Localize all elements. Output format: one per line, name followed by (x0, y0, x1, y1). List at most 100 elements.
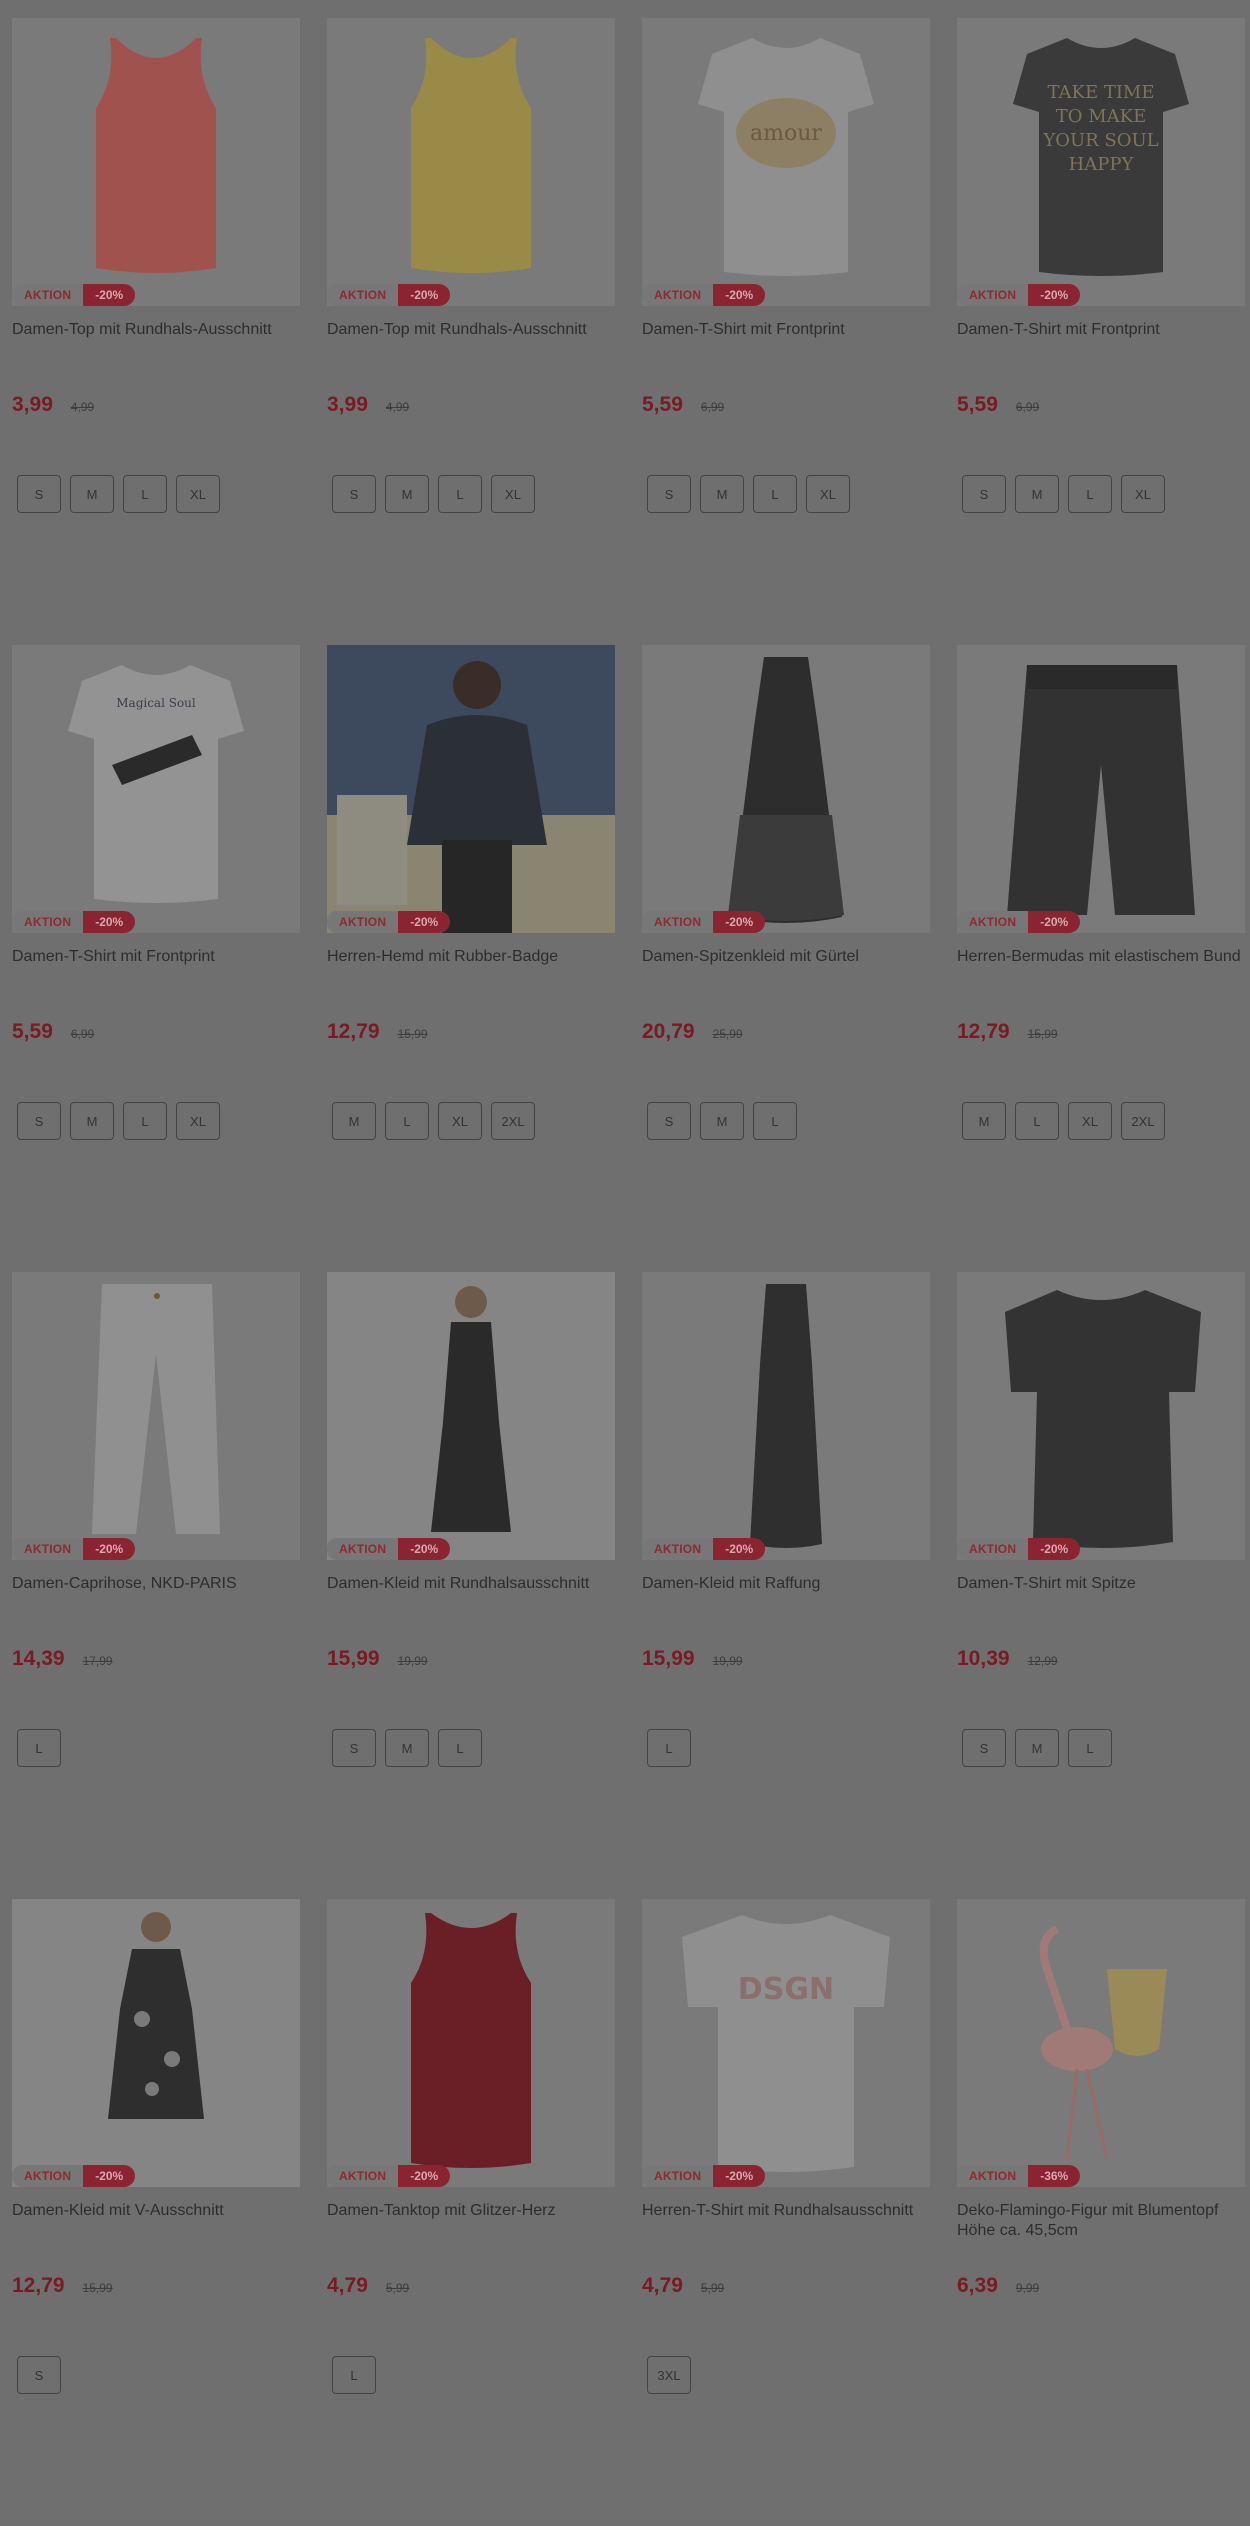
product-card[interactable]: AKTION -20% Damen-Spitzenkleid mit Gürtel 2… (642, 645, 930, 1272)
size-button[interactable]: L (123, 1102, 167, 1140)
old-price: 5,99 (385, 2281, 410, 2295)
product-image[interactable]: AKTION -36% (957, 1899, 1245, 2187)
size-button[interactable]: M (385, 475, 429, 513)
product-card[interactable]: amour AKTION -20% Damen-T-Shirt mit Frontpr… (642, 18, 930, 645)
size-button[interactable]: XL (176, 475, 220, 513)
size-button[interactable]: M (1015, 475, 1059, 513)
product-image[interactable]: DSGN AKTION -20% (642, 1899, 930, 2187)
product-image-graphic: amour (698, 38, 874, 276)
product-title[interactable]: Damen-T-Shirt mit Spitze (957, 1574, 1245, 1614)
size-button[interactable]: S (17, 1102, 61, 1140)
product-card[interactable]: TAKE TIME TO MAKE YOUR SOUL HAPPY AKTION -20%… (957, 18, 1245, 645)
size-button[interactable]: XL (1068, 1102, 1112, 1140)
size-button[interactable]: S (962, 475, 1006, 513)
size-button[interactable]: M (332, 1102, 376, 1140)
size-button[interactable]: L (1068, 475, 1112, 513)
size-button[interactable]: S (17, 475, 61, 513)
product-image[interactable]: AKTION -20% (327, 1899, 615, 2187)
product-image[interactable]: AKTION -20% (957, 645, 1245, 933)
product-title[interactable]: Damen-Tanktop mit Glitzer-Herz (327, 2201, 615, 2241)
size-button[interactable]: S (647, 475, 691, 513)
product-image[interactable]: AKTION -20% (327, 1272, 615, 1560)
size-button[interactable]: L (123, 475, 167, 513)
old-price: 5,99 (700, 2281, 725, 2295)
product-image[interactable]: AKTION -20% (12, 1272, 300, 1560)
size-button[interactable]: 2XL (1121, 1102, 1165, 1140)
product-card[interactable]: DSGN AKTION -20% Herren-T-Shirt mit Rundhal… (642, 1899, 930, 2526)
product-title[interactable]: Damen-Spitzenkleid mit Gürtel (642, 947, 930, 987)
size-button[interactable]: M (385, 1729, 429, 1767)
product-card[interactable]: AKTION -20% Damen-Kleid mit V-Ausschnitt 12… (12, 1899, 300, 2526)
size-button[interactable]: L (438, 1729, 482, 1767)
product-title[interactable]: Damen-T-Shirt mit Frontprint (957, 320, 1245, 360)
size-button[interactable]: L (753, 1102, 797, 1140)
product-image[interactable]: AKTION -20% (12, 1899, 300, 2187)
size-button[interactable]: S (962, 1729, 1006, 1767)
size-button[interactable]: XL (491, 475, 535, 513)
product-title[interactable]: Herren-Bermudas mit elastischem Bund (957, 947, 1245, 987)
product-title[interactable]: Damen-Kleid mit Rundhalsausschnitt (327, 1574, 615, 1614)
product-image[interactable]: Magical Soul AKTION -20% (12, 645, 300, 933)
size-button[interactable]: S (647, 1102, 691, 1140)
size-button[interactable]: L (438, 475, 482, 513)
size-button[interactable]: L (647, 1729, 691, 1767)
product-card[interactable]: Magical Soul AKTION -20% Damen-T-Shirt mit … (12, 645, 300, 1272)
size-button[interactable]: 3XL (647, 2356, 691, 2394)
size-button[interactable]: 2XL (491, 1102, 535, 1140)
size-options: SML (957, 1729, 1245, 1767)
size-button[interactable]: L (385, 1102, 429, 1140)
product-title[interactable]: Deko-Flamingo-Figur mit Blumentopf Höhe … (957, 2201, 1245, 2241)
product-image[interactable]: AKTION -20% (642, 645, 930, 933)
size-button[interactable]: S (332, 1729, 376, 1767)
product-image[interactable]: AKTION -20% (957, 1272, 1245, 1560)
product-title[interactable]: Damen-T-Shirt mit Frontprint (642, 320, 930, 360)
product-card[interactable]: AKTION -20% Damen-Tanktop mit Glitzer-Herz… (327, 1899, 615, 2526)
product-image-graphic: TAKE TIME TO MAKE YOUR SOUL HAPPY (1013, 38, 1189, 276)
product-title[interactable]: Damen-Kleid mit V-Ausschnitt (12, 2201, 300, 2241)
product-image[interactable]: amour AKTION -20% (642, 18, 930, 306)
product-card[interactable]: AKTION -20% Herren-Hemd mit Rubber-Badge 12… (327, 645, 615, 1272)
product-card[interactable]: AKTION -20% Damen-Top mit Rundhals-Ausschn… (12, 18, 300, 645)
size-button[interactable]: M (700, 475, 744, 513)
size-button[interactable]: M (962, 1102, 1006, 1140)
size-button[interactable]: L (17, 1729, 61, 1767)
size-options: S M L XL (12, 1102, 300, 1140)
product-title[interactable]: Damen-Kleid mit Raffung (642, 1574, 930, 1614)
size-button[interactable]: XL (438, 1102, 482, 1140)
product-image-graphic (1039, 1925, 1167, 2160)
size-button[interactable]: XL (806, 475, 850, 513)
product-card[interactable]: AKTION -20% Damen-Top mit Rundhals-Ausschn… (327, 18, 615, 645)
product-card[interactable]: AKTION -20% Damen-Kleid mit Raffung 15,99 19… (642, 1272, 930, 1899)
old-price: 25,99 (712, 1027, 743, 1041)
price-row: 12,79 15,99 (327, 1020, 615, 1044)
size-button[interactable]: M (70, 1102, 114, 1140)
product-title[interactable]: Herren-T-Shirt mit Rundhalsausschnitt (642, 2201, 930, 2241)
current-price: 12,79 (957, 1020, 1010, 1043)
size-button[interactable]: XL (1121, 475, 1165, 513)
product-card[interactable]: AKTION -20% Herren-Bermudas mit elastische… (957, 645, 1245, 1272)
size-button[interactable]: M (700, 1102, 744, 1140)
size-button[interactable]: L (1068, 1729, 1112, 1767)
size-button[interactable]: XL (176, 1102, 220, 1140)
product-image[interactable]: AKTION -20% (327, 18, 615, 306)
size-button[interactable]: S (17, 2356, 61, 2394)
product-card[interactable]: AKTION -20% Damen-Caprihose, NKD-PARIS 14,3… (12, 1272, 300, 1899)
size-button[interactable]: M (70, 475, 114, 513)
product-card[interactable]: AKTION -20% Damen-T-Shirt mit Spitze 10,39 1… (957, 1272, 1245, 1899)
size-button[interactable]: L (1015, 1102, 1059, 1140)
product-image[interactable]: AKTION -20% (642, 1272, 930, 1560)
size-button[interactable]: M (1015, 1729, 1059, 1767)
size-button[interactable]: S (332, 475, 376, 513)
product-image[interactable]: AKTION -20% (12, 18, 300, 306)
product-title[interactable]: Damen-Top mit Rundhals-Ausschnitt (327, 320, 615, 360)
product-card[interactable]: AKTION -36% Deko-Flamingo-Figur mit Blumen… (957, 1899, 1245, 2526)
product-title[interactable]: Damen-Caprihose, NKD-PARIS (12, 1574, 300, 1614)
product-title[interactable]: Herren-Hemd mit Rubber-Badge (327, 947, 615, 987)
product-image[interactable]: AKTION -20% (327, 645, 615, 933)
product-title[interactable]: Damen-T-Shirt mit Frontprint (12, 947, 300, 987)
product-title[interactable]: Damen-Top mit Rundhals-Ausschnitt (12, 320, 300, 360)
size-button[interactable]: L (753, 475, 797, 513)
product-card[interactable]: AKTION -20% Damen-Kleid mit Rundhalsaussch… (327, 1272, 615, 1899)
size-button[interactable]: L (332, 2356, 376, 2394)
product-image[interactable]: TAKE TIME TO MAKE YOUR SOUL HAPPY AKTION -20% (957, 18, 1245, 306)
